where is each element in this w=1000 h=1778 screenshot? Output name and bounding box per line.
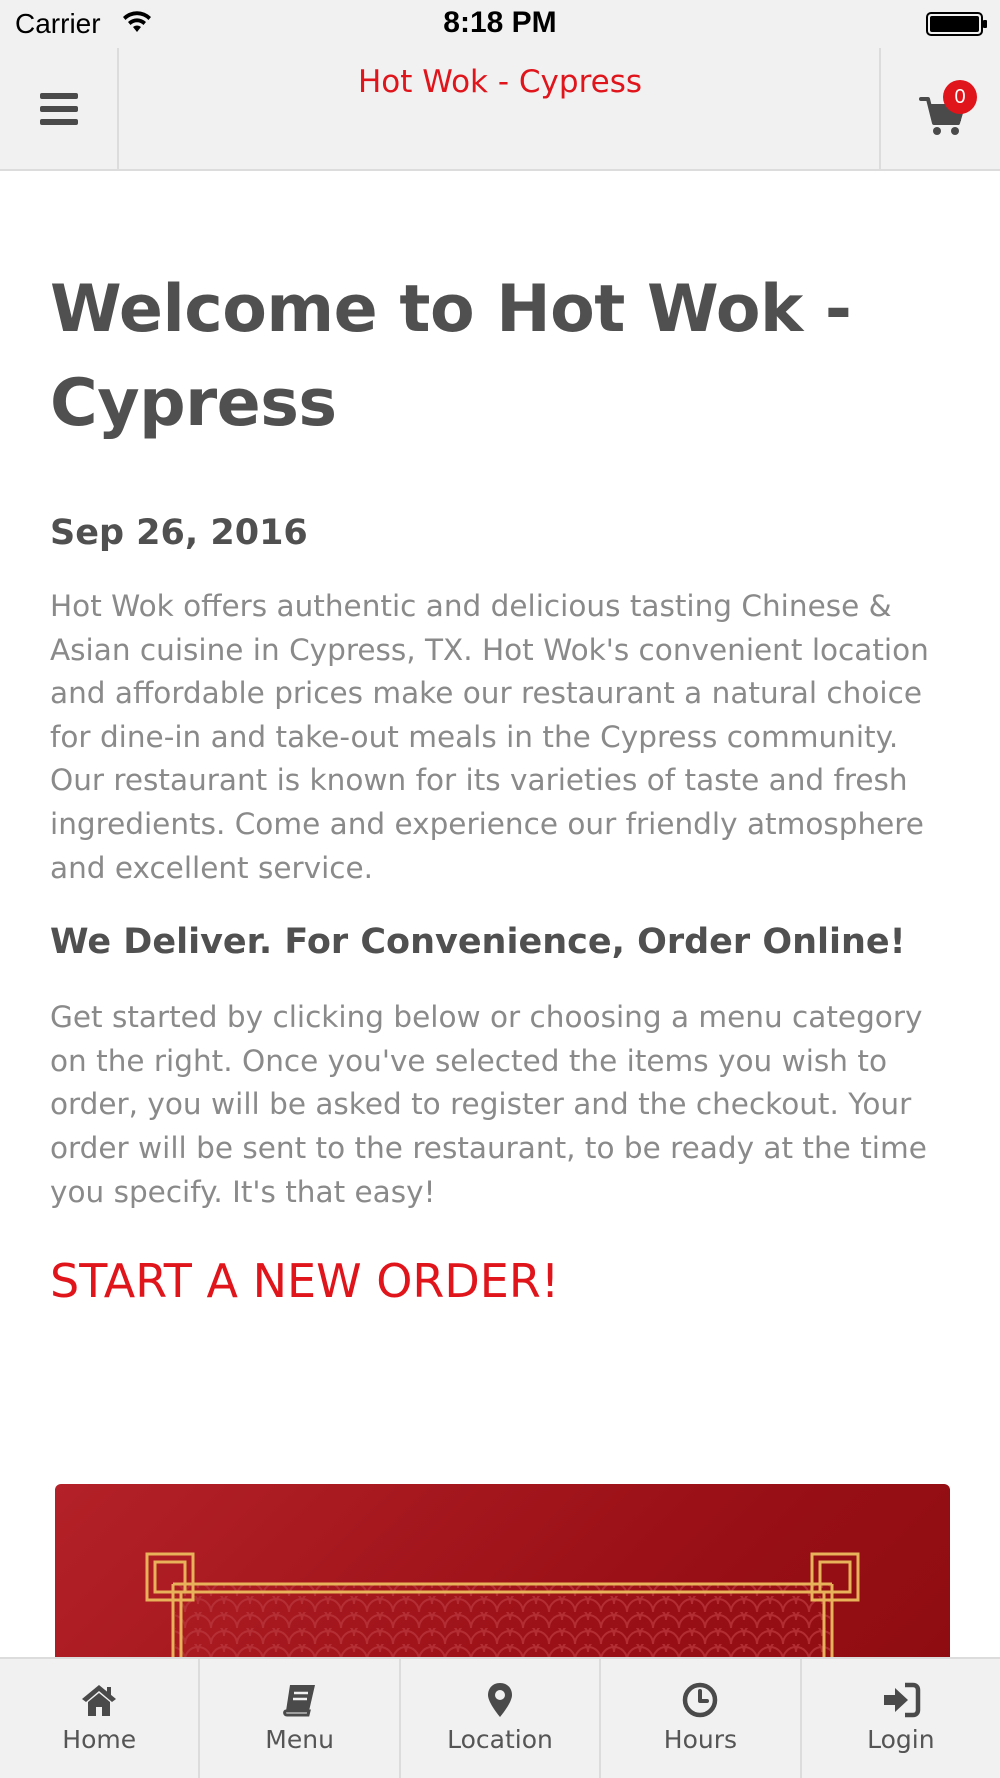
- status-time: 8:18 PM: [443, 6, 557, 39]
- cart-count-badge: 0: [943, 80, 977, 114]
- app-header: Hot Wok - Cypress 0: [0, 48, 1000, 171]
- sign-in-icon: [883, 1682, 921, 1718]
- header-title[interactable]: Hot Wok - Cypress: [120, 64, 880, 100]
- tab-hours[interactable]: Hours: [601, 1659, 802, 1778]
- post-date: Sep 26, 2016: [50, 513, 308, 553]
- tab-location[interactable]: Location: [401, 1659, 602, 1778]
- tab-label: Location: [447, 1725, 553, 1754]
- deliver-heading: We Deliver. For Convenience, Order Onlin…: [50, 922, 906, 963]
- hamburger-icon: [39, 92, 78, 125]
- book-icon: [282, 1685, 315, 1717]
- instructions-paragraph: Get started by clicking below or choosin…: [50, 1000, 927, 1209]
- battery-icon: [926, 12, 987, 36]
- main-content: Welcome to Hot Wok - Cypress Sep 26, 201…: [50, 171, 960, 1312]
- tab-home[interactable]: Home: [0, 1659, 201, 1778]
- tab-menu[interactable]: Menu: [200, 1659, 401, 1778]
- tab-label: Login: [867, 1725, 935, 1754]
- status-bar: Carrier 8:18 PM: [0, 0, 1000, 48]
- intro-paragraph: Hot Wok offers authentic and delicious t…: [50, 589, 929, 885]
- tab-login[interactable]: Login: [802, 1659, 1000, 1778]
- tab-label: Hours: [663, 1725, 738, 1754]
- tab-label: Menu: [265, 1725, 334, 1754]
- tab-label: Home: [62, 1725, 137, 1754]
- cart-button[interactable]: 0: [879, 48, 1000, 169]
- page-title: Welcome to Hot Wok - Cypress: [50, 272, 852, 441]
- clock-icon: [683, 1682, 718, 1718]
- menu-toggle-button[interactable]: [0, 48, 119, 169]
- home-icon: [82, 1685, 117, 1716]
- start-new-order-link[interactable]: START A NEW ORDER!: [50, 1250, 960, 1312]
- map-pin-icon: [488, 1683, 513, 1717]
- bottom-tab-bar: Home Menu Location Hours Login: [0, 1657, 1000, 1778]
